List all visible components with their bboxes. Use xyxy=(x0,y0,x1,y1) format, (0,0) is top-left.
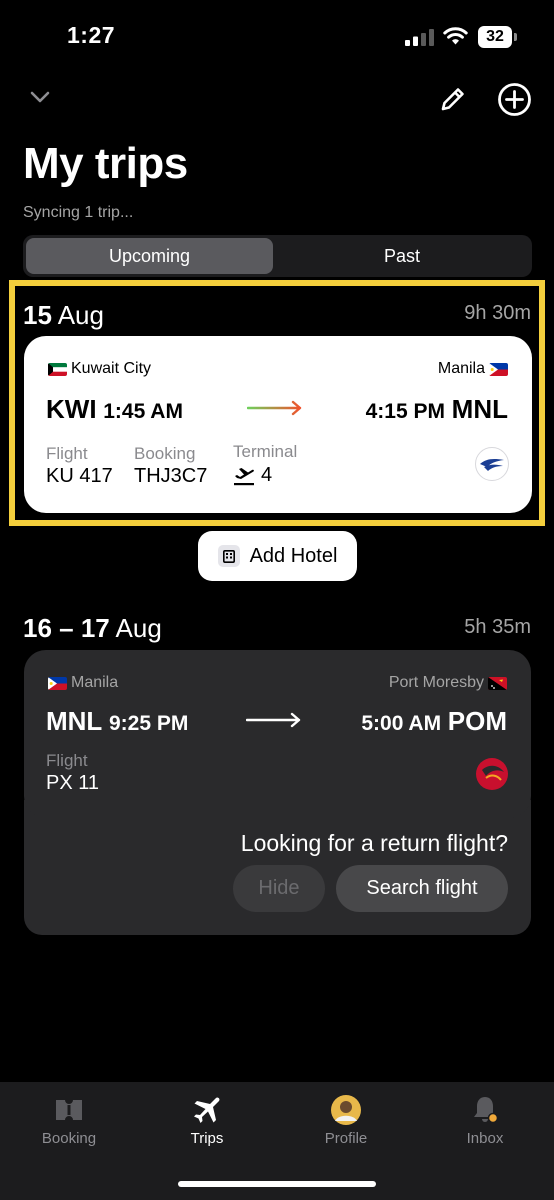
collapse-button[interactable] xyxy=(26,85,54,109)
tab-label: Profile xyxy=(324,1130,368,1147)
tab-inbox[interactable]: Inbox xyxy=(416,1082,554,1162)
terminal-number: 4 xyxy=(261,464,273,486)
flight-number: KU 417 xyxy=(46,465,113,487)
battery-icon: 32 xyxy=(478,26,517,48)
add-trip-button[interactable] xyxy=(497,82,532,117)
avatar xyxy=(331,1095,361,1125)
philippines-flag-icon xyxy=(48,676,67,690)
papua-new-guinea-flag-icon xyxy=(488,676,507,690)
air-niugini-logo xyxy=(474,756,510,792)
departure-time: 9:25 PM xyxy=(109,712,189,735)
flight-card[interactable]: Kuwait City Manila KWI 1:45 AM 4:15 PM M… xyxy=(24,336,532,513)
booking-code: THJ3C7 xyxy=(134,465,208,487)
flight-number: PX 11 xyxy=(46,772,99,794)
flight-label: Flight xyxy=(46,751,88,770)
tab-label: Booking xyxy=(41,1130,97,1147)
origin-code: MNL xyxy=(46,706,103,736)
return-flight-question: Looking for a return flight? xyxy=(240,830,508,856)
arrival-time: 5:00 AM xyxy=(361,712,442,735)
tab-trips[interactable]: Trips xyxy=(138,1082,276,1162)
tab-label: Inbox xyxy=(466,1130,504,1147)
route-arrow-icon xyxy=(246,712,301,728)
destination-city: Manila xyxy=(438,360,508,378)
flight-card[interactable]: Manila Port Moresby MNL 9:25 PM 5:00 AM … xyxy=(24,650,531,818)
arrival-time: 4:15 PM xyxy=(365,400,445,423)
booking-label: Booking xyxy=(134,444,196,463)
trip-date-month: Aug xyxy=(57,300,104,330)
trip-date-day: 15 xyxy=(23,300,52,330)
chevron-down-icon xyxy=(30,91,50,103)
trip-date: 15 Aug xyxy=(23,300,104,331)
origin-city-label: Manila xyxy=(71,674,119,691)
pencil-icon xyxy=(441,88,464,111)
arrival-line: 4:15 PM MNL xyxy=(366,394,508,425)
terminal-label: Terminal xyxy=(233,442,298,461)
tab-booking[interactable]: Booking xyxy=(0,1082,138,1162)
destination-city: Port Moresby xyxy=(389,674,507,692)
page-title: My trips xyxy=(23,139,188,188)
search-flight-button[interactable]: Search flight xyxy=(336,865,508,912)
sync-status: Syncing 1 trip... xyxy=(23,204,134,221)
kuwait-airways-logo xyxy=(475,447,509,481)
origin-city-label: Kuwait City xyxy=(71,360,152,377)
ticket-icon xyxy=(56,1100,82,1120)
battery-level: 32 xyxy=(478,26,512,48)
departure-line: KWI 1:45 AM xyxy=(46,394,183,425)
destination-code: MNL xyxy=(451,394,508,424)
bell-icon xyxy=(474,1097,499,1124)
home-indicator xyxy=(178,1181,376,1187)
plus-circle-icon xyxy=(498,83,531,116)
flight-label: Flight xyxy=(46,444,88,463)
destination-city-label: Manila xyxy=(437,360,485,377)
wifi-icon xyxy=(443,27,468,45)
terminal: 4 xyxy=(233,464,272,487)
hide-button[interactable]: Hide xyxy=(233,865,325,912)
trip-date-day: 16 – 17 xyxy=(23,613,110,643)
add-hotel-button[interactable]: Add Hotel xyxy=(198,531,357,581)
trip-duration: 5h 35m xyxy=(464,616,531,638)
origin-city: Kuwait City xyxy=(48,360,151,378)
plane-departure-icon xyxy=(234,467,254,485)
trip-date-month: Aug xyxy=(115,613,162,643)
tab-upcoming[interactable]: Upcoming xyxy=(26,238,273,274)
origin-code: KWI xyxy=(46,394,97,424)
trips-segmented-control: Upcoming Past xyxy=(23,235,532,277)
airplane-icon xyxy=(194,1097,220,1123)
status-time: 1:27 xyxy=(67,22,116,48)
destination-code: POM xyxy=(447,706,507,736)
destination-city-label: Port Moresby xyxy=(388,674,484,691)
cellular-signal-icon xyxy=(405,29,434,46)
departure-time: 1:45 AM xyxy=(103,400,183,423)
departure-line: MNL 9:25 PM xyxy=(46,706,188,737)
status-bar: 1:27 32 xyxy=(0,0,554,74)
tab-label: Trips xyxy=(190,1130,224,1147)
origin-city: Manila xyxy=(48,674,118,692)
trip-date: 16 – 17 Aug xyxy=(23,613,162,644)
edit-button[interactable] xyxy=(436,82,470,116)
route-arrow-icon xyxy=(247,400,302,416)
building-icon xyxy=(217,545,240,567)
kuwait-flag-icon xyxy=(48,362,67,376)
trip-duration: 9h 30m xyxy=(464,302,531,324)
arrival-line: 5:00 AM POM xyxy=(361,706,507,737)
philippines-flag-icon xyxy=(489,362,508,376)
tab-past[interactable]: Past xyxy=(275,238,529,274)
tab-profile[interactable]: Profile xyxy=(277,1082,415,1162)
add-hotel-label: Add Hotel xyxy=(249,544,338,567)
